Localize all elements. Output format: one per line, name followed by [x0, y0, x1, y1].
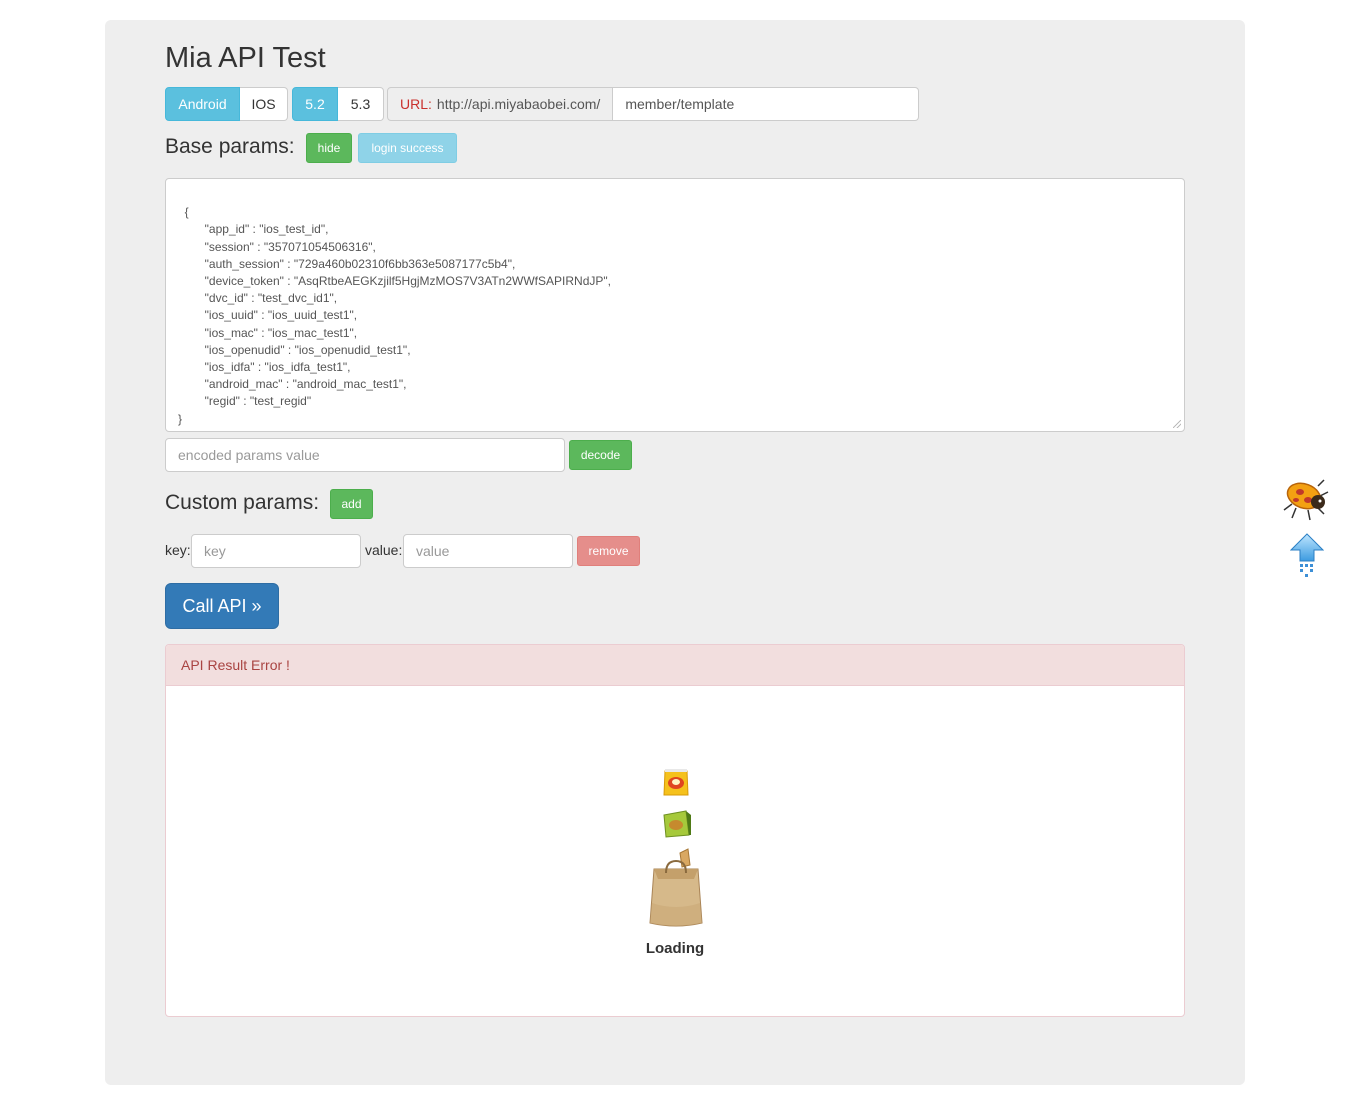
- shopping-bag-icon: [649, 848, 703, 927]
- value-input[interactable]: [403, 534, 573, 568]
- url-label: URL:: [400, 96, 432, 112]
- custom-params-heading: Custom params:: [165, 491, 320, 514]
- key-input[interactable]: [191, 534, 361, 568]
- base-params-textarea[interactable]: { "app_id" : "ios_test_id", "session" : …: [165, 178, 1185, 432]
- decode-button[interactable]: decode: [569, 440, 632, 470]
- version-toggle: 5.2 5.3: [292, 87, 384, 121]
- url-addon: URL: http://api.miyabaobei.com/: [387, 87, 614, 121]
- url-base: http://api.miyabaobei.com/: [436, 96, 601, 112]
- login-success-button[interactable]: login success: [358, 133, 457, 163]
- result-heading: API Result Error !: [166, 645, 1184, 686]
- resize-grip-icon[interactable]: [1173, 420, 1181, 428]
- loading-text: Loading: [645, 940, 705, 957]
- value-label: value:: [365, 542, 403, 558]
- result-panel: API Result Error ! Loading: [165, 644, 1185, 1017]
- loading-animation: [649, 769, 703, 927]
- base-params-heading: Base params:: [165, 135, 295, 158]
- add-param-button[interactable]: add: [330, 489, 373, 519]
- version-5-3-button[interactable]: 5.3: [338, 87, 384, 121]
- snack-bag-icon: [663, 769, 689, 796]
- platform-android-button[interactable]: Android: [165, 87, 240, 121]
- url-path-input[interactable]: [613, 87, 920, 121]
- base-params-json: { "app_id" : "ios_test_id", "session" : …: [178, 205, 611, 426]
- platform-toggle: Android IOS: [165, 87, 288, 121]
- ladybug-icon[interactable]: [1280, 472, 1332, 522]
- page-title: Mia API Test: [165, 42, 326, 74]
- key-label: key:: [165, 542, 191, 558]
- platform-ios-button[interactable]: IOS: [240, 87, 288, 121]
- call-api-button[interactable]: Call API »: [165, 583, 279, 629]
- scroll-to-top-arrow-icon[interactable]: [1290, 533, 1324, 579]
- url-input-group: URL: http://api.miyabaobei.com/: [387, 87, 920, 121]
- remove-param-button[interactable]: remove: [577, 536, 640, 566]
- version-5-2-button[interactable]: 5.2: [292, 87, 338, 121]
- encoded-params-input[interactable]: [165, 438, 565, 472]
- food-pack-icon: [663, 810, 691, 838]
- hide-button[interactable]: hide: [306, 133, 352, 163]
